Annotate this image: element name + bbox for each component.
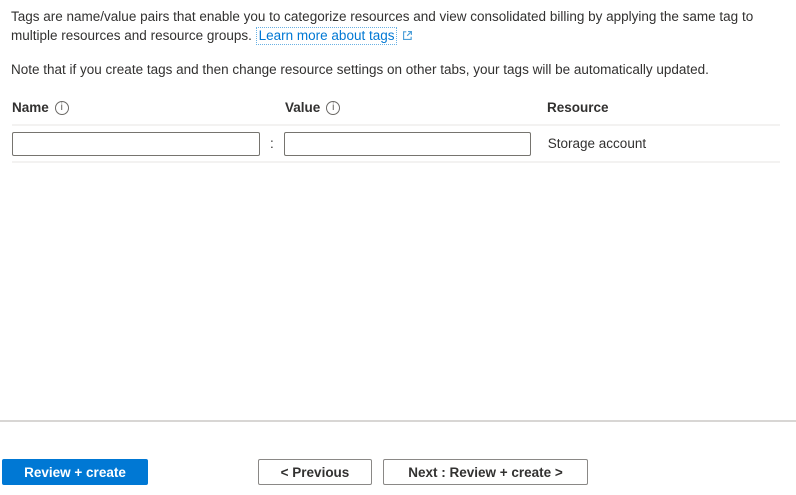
tags-tab-content: Tags are name/value pairs that enable yo… [0,0,796,163]
name-value-separator: : [270,136,274,151]
resource-column-header: Resource [547,100,609,115]
tags-table-header-row: Name i Value i Resource [12,100,780,126]
name-column-header: Name i [12,100,285,115]
tag-name-cell [12,131,260,156]
name-header-label: Name [12,100,49,115]
tag-value-input[interactable] [283,131,531,156]
previous-button[interactable]: < Previous [258,459,372,485]
tag-row: : Storage account [12,126,780,163]
learn-more-link-label: Learn more about tags [255,27,398,45]
learn-more-link[interactable]: Learn more about tags [255,27,415,45]
external-link-icon [403,31,413,40]
footer-actions: Review + create < Previous Next : Review… [0,459,796,486]
footer-divider [0,420,796,422]
tags-description: Tags are name/value pairs that enable yo… [11,7,780,45]
value-column-header: Value i [285,100,547,115]
value-header-label: Value [285,100,321,115]
tag-name-input[interactable] [12,131,260,156]
tag-resource-label: Storage account [547,136,647,151]
tags-note: Note that if you create tags and then ch… [11,62,709,77]
info-icon[interactable]: i [54,100,69,115]
tags-table: Name i Value i Resource : Storage accoun… [12,100,780,163]
info-icon[interactable]: i [326,100,341,115]
next-review-create-button[interactable]: Next : Review + create > [383,459,588,485]
review-create-button[interactable]: Review + create [2,459,148,485]
tag-value-cell [283,131,531,156]
